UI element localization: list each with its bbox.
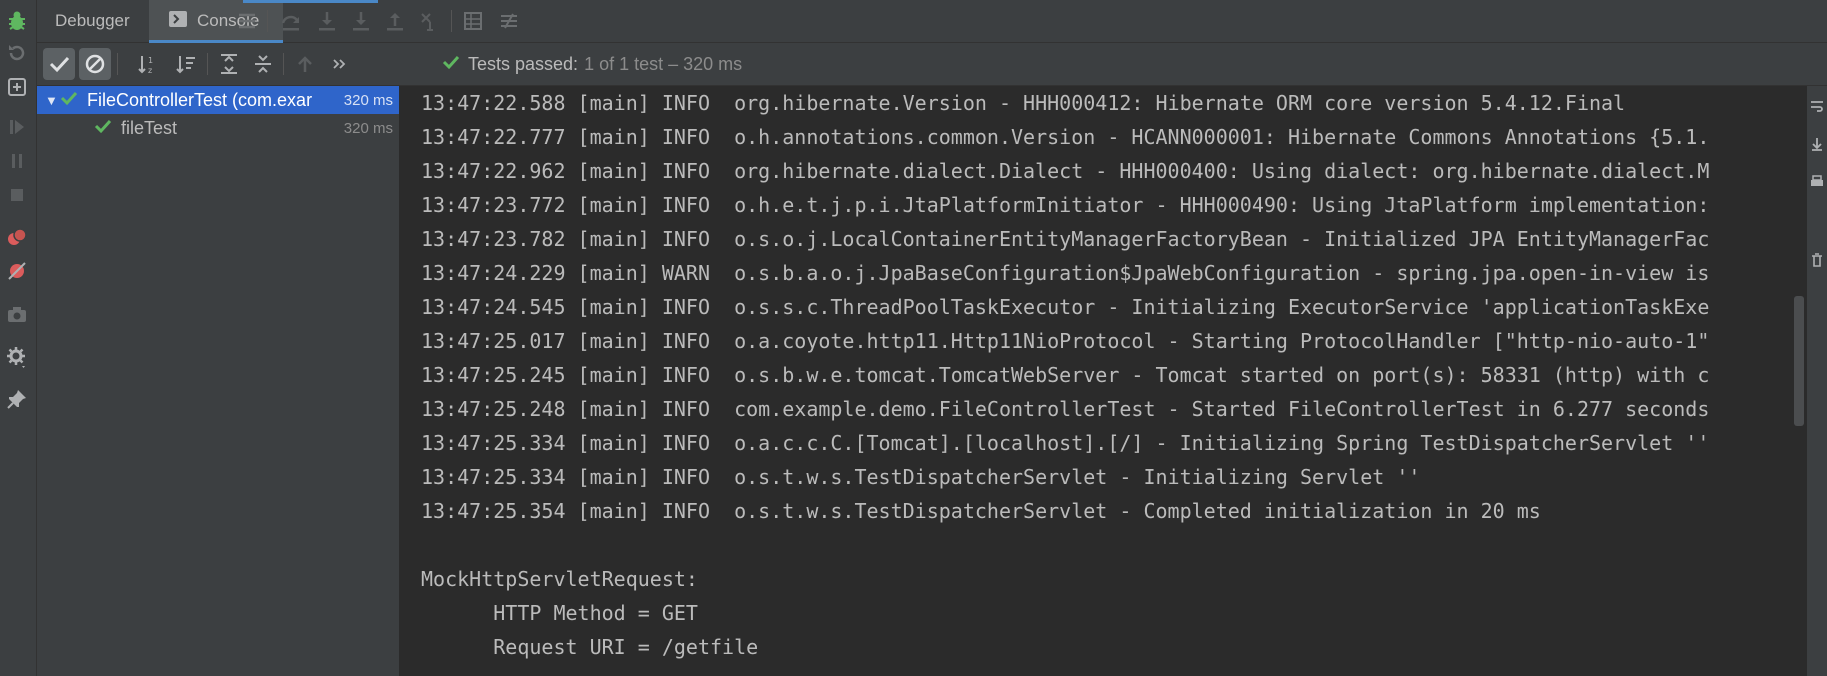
console-line: 13:47:24.229 [main] WARN o.s.b.a.o.j.Jpa…: [421, 261, 1710, 285]
test-runner-toolbar: 1z Tests passed: 1 of 1 test – 320 ms: [37, 43, 1827, 86]
console-scrollbar[interactable]: [1794, 296, 1804, 426]
debug-side-toolbar: [0, 0, 37, 676]
toolbar-divider: [283, 53, 284, 75]
run-to-cursor-icon[interactable]: [417, 9, 441, 33]
scroll-to-end-icon[interactable]: [1809, 136, 1825, 152]
console-icon: [169, 10, 187, 32]
previous-failed-icon[interactable]: [293, 52, 317, 76]
tree-item-label: fileTest: [121, 117, 178, 138]
tree-item-label: FileControllerTest (com.exar: [87, 89, 313, 110]
expand-triangle-icon[interactable]: ▼: [45, 93, 59, 108]
test-tree: ▼ FileControllerTest (com.exar 320 ms fi…: [37, 86, 400, 676]
toolbar-divider: [267, 10, 268, 32]
mute-breakpoints-icon[interactable]: [4, 258, 30, 284]
passed-check-icon: [59, 89, 81, 112]
console-side-toolbar: [1807, 86, 1827, 676]
console-output[interactable]: 13:47:22.588 [main] INFO org.hibernate.V…: [400, 86, 1807, 676]
console-line: 13:47:22.777 [main] INFO o.h.annotations…: [421, 125, 1710, 149]
rerun-icon[interactable]: [4, 40, 30, 66]
restore-layout-icon[interactable]: [4, 74, 30, 100]
test-status: Tests passed: 1 of 1 test – 320 ms: [442, 43, 742, 85]
passed-check-icon: [93, 117, 115, 140]
camera-icon[interactable]: [4, 302, 30, 328]
toolbar-divider: [451, 10, 452, 32]
stop-icon[interactable]: [4, 182, 30, 208]
show-passed-button[interactable]: [43, 48, 75, 80]
status-detail: 1 of 1 test – 320 ms: [584, 53, 743, 74]
toolbar-divider: [117, 53, 118, 75]
console-line: 13:47:23.782 [main] INFO o.s.o.j.LocalCo…: [421, 227, 1710, 251]
active-indicator: [243, 0, 378, 3]
evaluate-expression-icon[interactable]: [461, 9, 485, 33]
view-breakpoints-icon[interactable]: [4, 224, 30, 250]
print-icon[interactable]: [1809, 174, 1825, 190]
console-line: 13:47:25.334 [main] INFO o.a.c.c.C.[Tomc…: [421, 431, 1710, 455]
step-over-icon[interactable]: [279, 9, 303, 33]
step-out-icon[interactable]: [383, 9, 407, 33]
clear-all-icon[interactable]: [1809, 252, 1825, 268]
console-line: MockHttpServletRequest:: [421, 567, 698, 591]
show-ignored-button[interactable]: [79, 48, 111, 80]
console-line: 13:47:25.248 [main] INFO com.example.dem…: [421, 397, 1710, 421]
tree-item-duration: 320 ms: [343, 119, 393, 137]
tree-item-child[interactable]: fileTest 320 ms: [37, 114, 399, 142]
tree-item-duration: 320 ms: [339, 91, 393, 109]
settings-icon[interactable]: [4, 344, 30, 370]
more-icon[interactable]: [327, 52, 351, 76]
trace-stream-icon[interactable]: [497, 9, 521, 33]
tab-debugger[interactable]: Debugger: [55, 0, 130, 42]
console-line: 13:47:25.017 [main] INFO o.a.coyote.http…: [421, 329, 1710, 353]
pause-icon[interactable]: [4, 148, 30, 174]
collapse-all-icon[interactable]: [251, 52, 275, 76]
svg-text:1: 1: [148, 56, 153, 65]
step-into-icon[interactable]: [315, 9, 339, 33]
expand-all-icon[interactable]: [217, 52, 241, 76]
sort-alpha-icon[interactable]: 1z: [136, 52, 160, 76]
console-line: 13:47:25.354 [main] INFO o.s.t.w.s.TestD…: [421, 499, 1541, 523]
svg-text:z: z: [148, 66, 152, 75]
tree-item-root[interactable]: ▼ FileControllerTest (com.exar 320 ms: [37, 86, 399, 114]
menu-lines-icon[interactable]: [235, 9, 259, 33]
passed-check-icon: [442, 53, 460, 76]
status-passed-label: Tests passed:: [468, 53, 579, 74]
wrap-icon[interactable]: [1809, 98, 1825, 114]
console-line: Request URI = /getfile: [421, 635, 759, 659]
show-passed-icon: [49, 56, 70, 73]
resume-icon[interactable]: [4, 114, 30, 140]
show-ignored-icon: [85, 54, 105, 74]
debug-bug-icon[interactable]: [4, 8, 30, 34]
console-line: 13:47:25.334 [main] INFO o.s.t.w.s.TestD…: [421, 465, 1421, 489]
toolbar-divider: [207, 53, 208, 75]
tab-console[interactable]: Console: [149, 0, 284, 43]
console-line: HTTP Method = GET: [421, 601, 698, 625]
console-line: 13:47:22.962 [main] INFO org.hibernate.d…: [421, 159, 1710, 183]
console-line: 13:47:25.245 [main] INFO o.s.b.w.e.tomca…: [421, 363, 1710, 387]
pin-icon[interactable]: [4, 386, 30, 412]
console-line: 13:47:23.772 [main] INFO o.h.e.t.j.p.i.J…: [421, 193, 1710, 217]
console-line: 13:47:24.545 [main] INFO o.s.s.c.ThreadP…: [421, 295, 1710, 319]
console-line: 13:47:22.588 [main] INFO org.hibernate.V…: [421, 91, 1626, 115]
sort-duration-icon[interactable]: [174, 52, 198, 76]
debug-tab-bar: Debugger Console: [37, 0, 1827, 43]
force-step-into-icon[interactable]: [349, 9, 373, 33]
